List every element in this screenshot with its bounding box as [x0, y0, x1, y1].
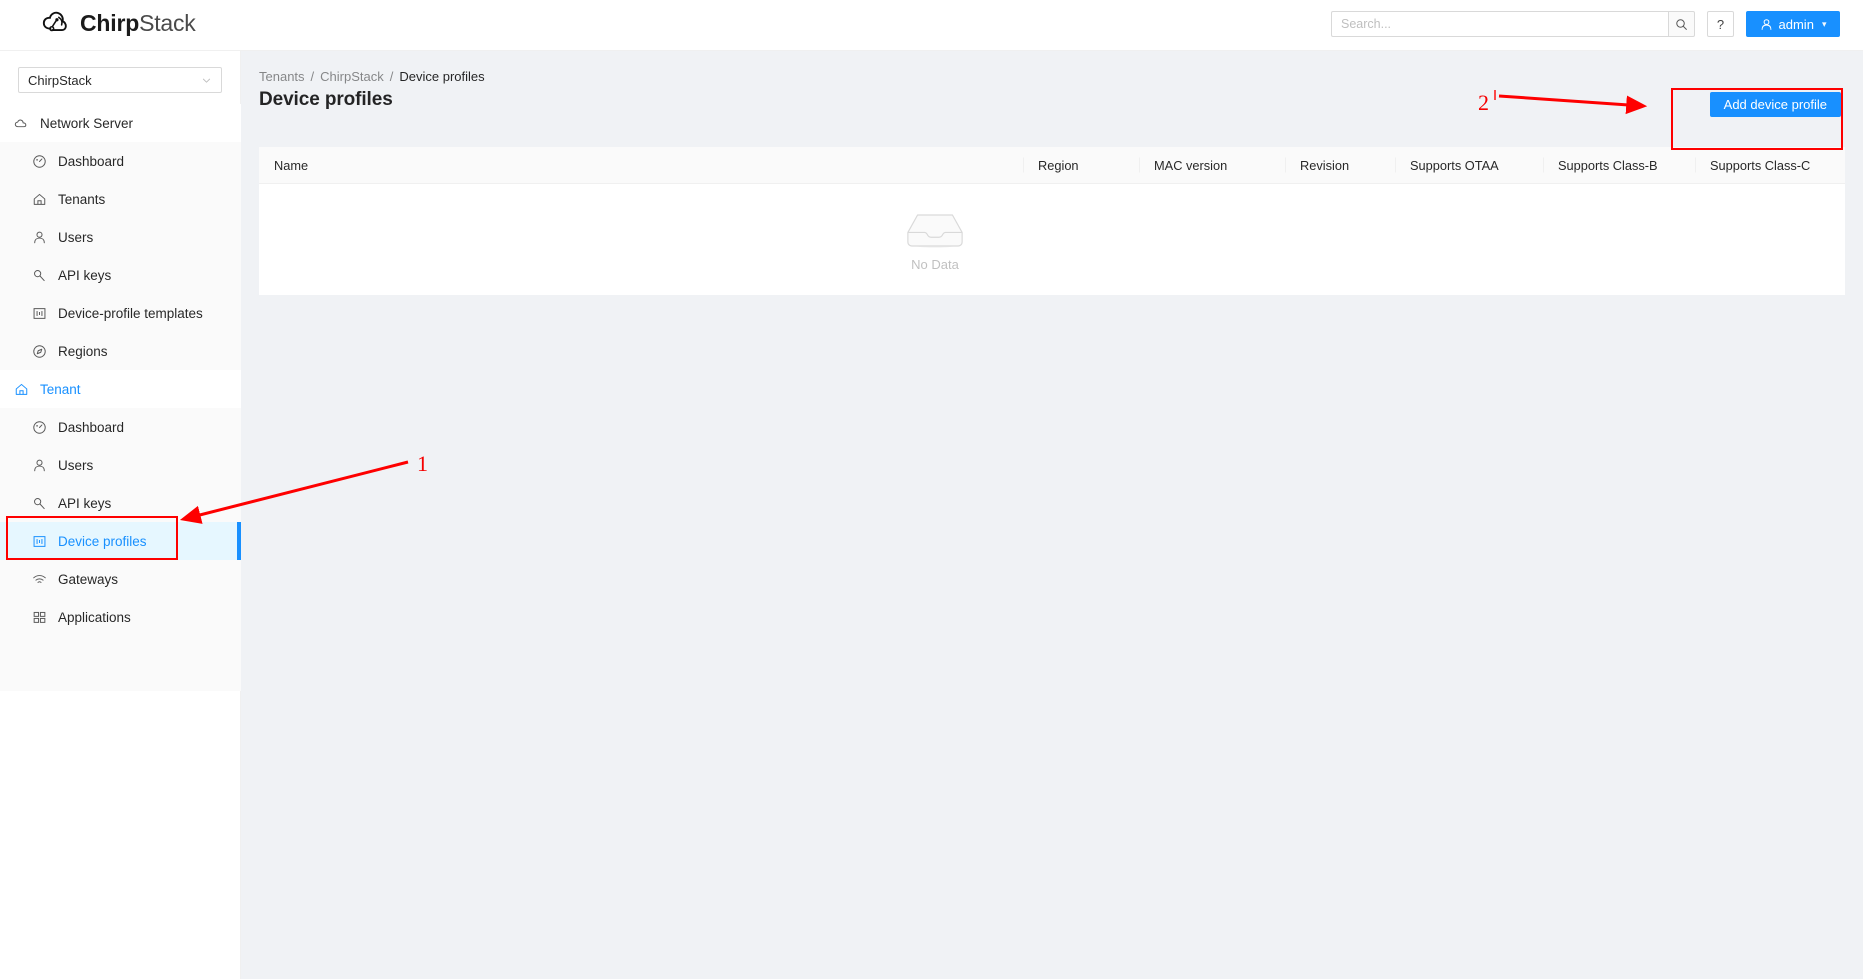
table-header-row: Name Region MAC version Revision Support…: [259, 147, 1845, 184]
brand-logo-text: ChirpStack: [80, 12, 196, 35]
sidebar-item-dashboard-tenant[interactable]: Dashboard: [0, 408, 241, 446]
main-content: Tenants / ChirpStack / Device profiles D…: [241, 51, 1863, 979]
header-actions: ? admin ▾: [1331, 11, 1840, 37]
user-icon: [32, 458, 47, 473]
app-header: ChirpStack ? admin ▾: [0, 0, 1863, 51]
tenant-selector-value: ChirpStack: [28, 73, 201, 88]
key-icon: [32, 268, 47, 283]
sidebar-group-label: Tenant: [40, 382, 81, 397]
search-button[interactable]: [1668, 11, 1695, 37]
compass-icon: [32, 344, 47, 359]
breadcrumb-item-chirpstack[interactable]: ChirpStack: [320, 69, 384, 84]
sidebar-item-label: Users: [58, 458, 93, 473]
sidebar-submenu-network-server: Dashboard Tenants: [0, 142, 241, 370]
sidebar-item-label: Dashboard: [58, 154, 124, 169]
empty-state: No Data: [904, 208, 966, 272]
dashboard-icon: [32, 154, 47, 169]
sidebar-item-label: Device profiles: [58, 534, 147, 549]
sidebar-item-label: Regions: [58, 344, 108, 359]
sidebar-item-api-keys-ns[interactable]: API keys: [0, 256, 241, 294]
sidebar-item-label: Applications: [58, 610, 131, 625]
user-menu-label: admin: [1779, 17, 1814, 32]
table-column-supports-otaa[interactable]: Supports OTAA: [1395, 147, 1543, 183]
breadcrumb-item-tenants[interactable]: Tenants: [259, 69, 305, 84]
brand-name-light: Stack: [139, 10, 196, 36]
cloud-icon: [14, 116, 29, 131]
sidebar-item-users-tenant[interactable]: Users: [0, 446, 241, 484]
device-profiles-table: Name Region MAC version Revision Support…: [259, 147, 1845, 295]
table-column-name[interactable]: Name: [259, 147, 1023, 183]
breadcrumb: Tenants / ChirpStack / Device profiles: [259, 69, 485, 84]
search-icon: [1675, 18, 1688, 31]
sidebar-menu: Network Server Dashboard: [0, 104, 241, 636]
wifi-icon: [32, 572, 47, 587]
help-button[interactable]: ?: [1707, 11, 1734, 37]
sidebar-group-label: Network Server: [40, 116, 133, 131]
breadcrumb-item-device-profiles: Device profiles: [399, 69, 484, 84]
chevron-down-icon: [201, 75, 212, 86]
sidebar-item-regions[interactable]: Regions: [0, 332, 241, 370]
home-icon: [14, 382, 29, 397]
table-column-region[interactable]: Region: [1023, 147, 1139, 183]
user-icon: [32, 230, 47, 245]
breadcrumb-separator: /: [390, 69, 394, 84]
sidebar-item-label: API keys: [58, 268, 111, 283]
sidebar: ChirpStack Network Server: [0, 51, 241, 979]
chirpstack-cloud-logo-icon: [41, 8, 71, 38]
empty-state-text: No Data: [911, 257, 959, 272]
apps-grid-icon: [32, 610, 47, 625]
brand-name-bold: Chirp: [80, 10, 139, 36]
table-column-supports-class-c[interactable]: Supports Class-C: [1695, 147, 1845, 183]
device-profile-icon: [32, 306, 47, 321]
page-title: Device profiles: [259, 89, 393, 111]
dashboard-icon: [32, 420, 47, 435]
sidebar-item-device-profiles[interactable]: Device profiles: [0, 522, 241, 560]
table-column-mac-version[interactable]: MAC version: [1139, 147, 1285, 183]
tenant-selector[interactable]: ChirpStack: [18, 67, 222, 93]
sidebar-item-label: Users: [58, 230, 93, 245]
add-device-profile-button[interactable]: Add device profile: [1710, 92, 1841, 117]
sidebar-item-label: Device-profile templates: [58, 306, 203, 321]
sidebar-item-api-keys-tenant[interactable]: API keys: [0, 484, 241, 522]
sidebar-item-label: Tenants: [58, 192, 105, 207]
sidebar-item-label: Dashboard: [58, 420, 124, 435]
sidebar-item-applications[interactable]: Applications: [0, 598, 241, 636]
sidebar-item-users-ns[interactable]: Users: [0, 218, 241, 256]
app-root: ChirpStack ? admin ▾: [0, 0, 1863, 979]
sidebar-item-gateways[interactable]: Gateways: [0, 560, 241, 598]
sidebar-item-label: API keys: [58, 496, 111, 511]
sidebar-item-label: Gateways: [58, 572, 118, 587]
empty-inbox-icon: [904, 208, 966, 252]
breadcrumb-separator: /: [311, 69, 315, 84]
search-input[interactable]: [1331, 11, 1668, 37]
search-group: [1331, 11, 1695, 37]
key-icon: [32, 496, 47, 511]
device-profile-icon: [32, 534, 47, 549]
sidebar-item-dashboard-ns[interactable]: Dashboard: [0, 142, 241, 180]
sidebar-group-network-server[interactable]: Network Server: [0, 104, 241, 142]
user-icon: [1760, 18, 1773, 31]
table-column-revision[interactable]: Revision: [1285, 147, 1395, 183]
sidebar-item-tenants[interactable]: Tenants: [0, 180, 241, 218]
sidebar-item-device-profile-templates[interactable]: Device-profile templates: [0, 294, 241, 332]
sidebar-group-tenant[interactable]: Tenant: [0, 370, 241, 408]
table-column-supports-class-b[interactable]: Supports Class-B: [1543, 147, 1695, 183]
home-icon: [32, 192, 47, 207]
table-body: No Data: [259, 184, 1845, 295]
brand-logo[interactable]: ChirpStack: [41, 8, 196, 38]
chevron-down-icon: ▾: [1822, 19, 1827, 30]
sidebar-submenu-tenant: Dashboard Users: [0, 408, 241, 636]
user-menu-button[interactable]: admin ▾: [1746, 11, 1840, 37]
